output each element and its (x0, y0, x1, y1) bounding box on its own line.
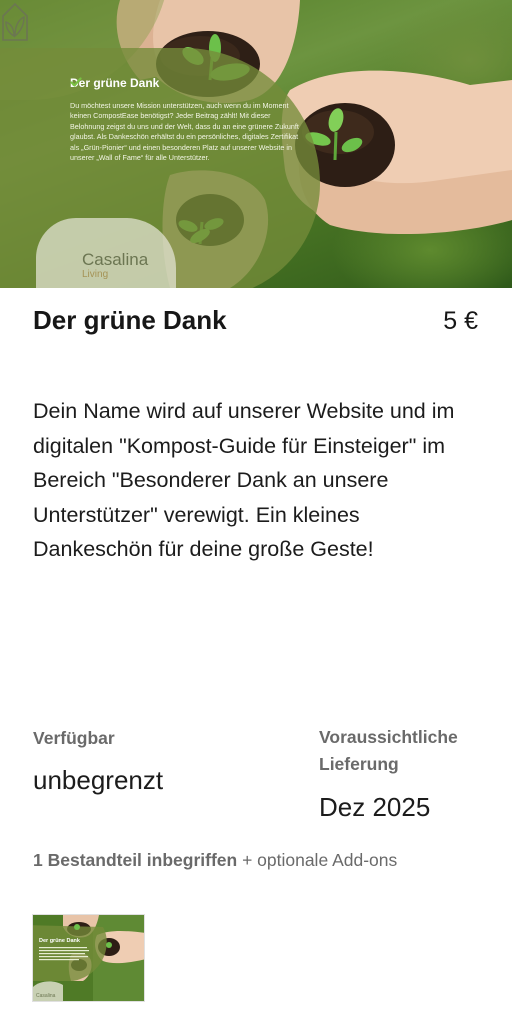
hero-title: Der grüne Dank (70, 76, 160, 90)
reward-description: Dein Name wird auf unserer Website und i… (33, 399, 455, 561)
components-count: 1 Bestandteil inbegriffen (33, 850, 238, 870)
components-info: 1 Bestandteil inbegriffen + optionale Ad… (33, 846, 463, 874)
component-thumbnail[interactable]: Der grüne Dank Casalina (32, 914, 145, 1002)
components-addons: + optionale Add-ons (237, 850, 398, 870)
delivery-label: Voraussichtliche Lieferung (319, 727, 458, 774)
logo-subtitle: Living (82, 269, 109, 280)
hero-heading: Der grüne Dank (70, 76, 159, 90)
reward-title: Der grüne Dank (33, 305, 227, 335)
reward-hero-image: Der grüne Dank Du möchtest unsere Missio… (0, 0, 512, 288)
casalina-house-leaf-icon (2, 2, 28, 41)
logo-wordmark: Casalina (82, 250, 149, 269)
thumbnail-logo: Casalina (36, 993, 56, 999)
thumbnail-title: Der grüne Dank (39, 938, 81, 944)
availability-label: Verfügbar (33, 728, 115, 748)
thumbnail-image: Der grüne Dank Casalina (33, 915, 144, 1001)
reward-price: 5 € (443, 307, 478, 335)
check-icon (70, 77, 82, 87)
availability-value: unbegrenzt (33, 765, 164, 795)
hero-description: Du möchtest unsere Mission unterstützen,… (70, 101, 299, 163)
delivery-value: Dez 2025 (319, 792, 431, 822)
